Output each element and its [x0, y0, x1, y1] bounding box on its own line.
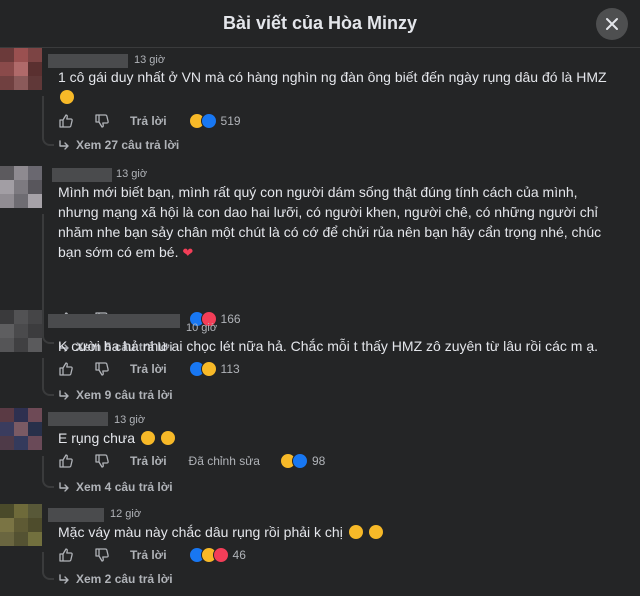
post-header: Bài viết của Hòa Minzy	[0, 0, 640, 48]
reaction-count: 166	[220, 312, 241, 326]
grin-laugh-emoji-icon	[140, 431, 155, 445]
like-reaction-icon	[200, 113, 217, 129]
view-replies-button[interactable]: Xem 4 câu trả lời	[58, 480, 173, 494]
reaction-count: 98	[311, 454, 326, 468]
view-replies-label: Xem 4 câu trả lời	[76, 480, 173, 494]
thumbs-down-icon[interactable]	[94, 453, 110, 469]
comment-text-body: 1 cô gái duy nhất ở VN mà có hàng nghìn …	[58, 69, 607, 85]
heart-emoji-icon: ❤	[182, 245, 194, 260]
reply-button[interactable]: Trả lời	[130, 362, 167, 376]
reply-button[interactable]: Trả lời	[130, 548, 167, 562]
comment-time[interactable]: 13 giờ	[116, 168, 147, 180]
rolling-laughing-emoji-icon	[60, 90, 74, 104]
view-replies-label: Xem 2 câu trả lời	[76, 572, 173, 586]
comment-text-body: K cười ha hả như ai chọc lét nữa hả. Chắ…	[58, 338, 599, 354]
comment-actions: Trả lời 46	[58, 546, 246, 564]
thread-connector	[42, 456, 54, 488]
reaction-summary[interactable]: 113	[188, 361, 240, 377]
haha-reaction-icon	[200, 361, 217, 377]
avatar[interactable]	[0, 48, 42, 90]
comment-text-body: Mặc váy màu này chắc dâu rụng rồi phải k…	[58, 524, 343, 540]
author-name-redacted[interactable]	[48, 54, 128, 68]
avatar[interactable]	[0, 310, 42, 352]
reaction-count: 519	[220, 114, 241, 128]
page-title: Bài viết của Hòa Minzy	[222, 13, 418, 33]
reply-arrow-icon	[59, 390, 69, 400]
thread-connector	[42, 96, 54, 146]
comment-time[interactable]: 13 giờ	[134, 54, 165, 66]
thumbs-up-icon[interactable]	[58, 453, 74, 469]
comment-actions: Trả lời 519	[58, 112, 241, 130]
comment-actions: Trả lời Đã chỉnh sửa 98	[58, 452, 325, 470]
author-name-redacted[interactable]	[48, 412, 108, 426]
thumbs-up-icon[interactable]	[58, 547, 74, 563]
reply-button[interactable]: Trả lời	[130, 114, 167, 128]
close-icon	[606, 18, 618, 30]
thread-connector	[42, 358, 54, 396]
reaction-summary[interactable]: 98	[279, 453, 326, 469]
love-reaction-icon	[212, 547, 229, 563]
edited-label[interactable]: Đã chỉnh sửa	[189, 454, 260, 468]
reply-arrow-icon	[59, 140, 69, 150]
comment-time[interactable]: 10 giờ	[186, 322, 217, 334]
comment-time[interactable]: 12 giờ	[110, 508, 141, 520]
comment-time[interactable]: 13 giờ	[114, 414, 145, 426]
grin-laugh-emoji-icon	[368, 525, 383, 539]
author-name-redacted[interactable]	[48, 314, 180, 328]
comment-text-body: E rụng chưa	[58, 430, 136, 446]
like-reaction-icon	[291, 453, 308, 469]
reply-button[interactable]: Trả lời	[130, 454, 167, 468]
view-replies-label: Xem 27 câu trả lời	[76, 138, 180, 152]
close-button[interactable]	[596, 8, 628, 40]
comment-actions: Trả lời 113	[58, 360, 240, 378]
avatar[interactable]	[0, 504, 42, 546]
thumbs-up-icon[interactable]	[58, 361, 74, 377]
thumbs-down-icon[interactable]	[94, 547, 110, 563]
reaction-count: 46	[232, 548, 246, 562]
comment-text: E rụng chưa	[58, 428, 618, 448]
comment-text: Mình mới biết bạn, mình rất quý con ngườ…	[58, 182, 618, 263]
reply-arrow-icon	[59, 482, 69, 492]
avatar[interactable]	[0, 166, 42, 208]
thumbs-up-icon[interactable]	[58, 113, 74, 129]
reaction-count: 113	[220, 362, 240, 376]
author-name-redacted[interactable]	[48, 508, 104, 522]
avatar[interactable]	[0, 408, 42, 450]
rolling-laughing-emoji-icon	[160, 431, 175, 445]
view-replies-button[interactable]: Xem 9 câu trả lời	[58, 388, 173, 402]
author-name-redacted[interactable]	[52, 168, 112, 182]
reaction-summary[interactable]: 46	[188, 547, 246, 563]
thumbs-down-icon[interactable]	[94, 361, 110, 377]
reply-arrow-icon	[59, 574, 69, 584]
comment-text: K cười ha hả như ai chọc lét nữa hả. Chắ…	[58, 336, 618, 356]
reaction-summary[interactable]: 519	[188, 113, 241, 129]
thread-connector	[42, 552, 54, 580]
comment-text: 1 cô gái duy nhất ở VN mà có hàng nghìn …	[58, 67, 618, 107]
view-replies-button[interactable]: Xem 27 câu trả lời	[58, 138, 179, 152]
comment-text: Mặc váy màu này chắc dâu rụng rồi phải k…	[58, 522, 618, 542]
comment-text-body: Mình mới biết bạn, mình rất quý con ngườ…	[58, 184, 602, 260]
grin-laugh-emoji-icon	[348, 525, 363, 539]
comments-list[interactable]: 13 giờ 1 cô gái duy nhất ở VN mà có hàng…	[0, 48, 640, 596]
view-replies-label: Xem 9 câu trả lời	[76, 388, 173, 402]
view-replies-button[interactable]: Xem 2 câu trả lời	[58, 572, 173, 586]
thumbs-down-icon[interactable]	[94, 113, 110, 129]
